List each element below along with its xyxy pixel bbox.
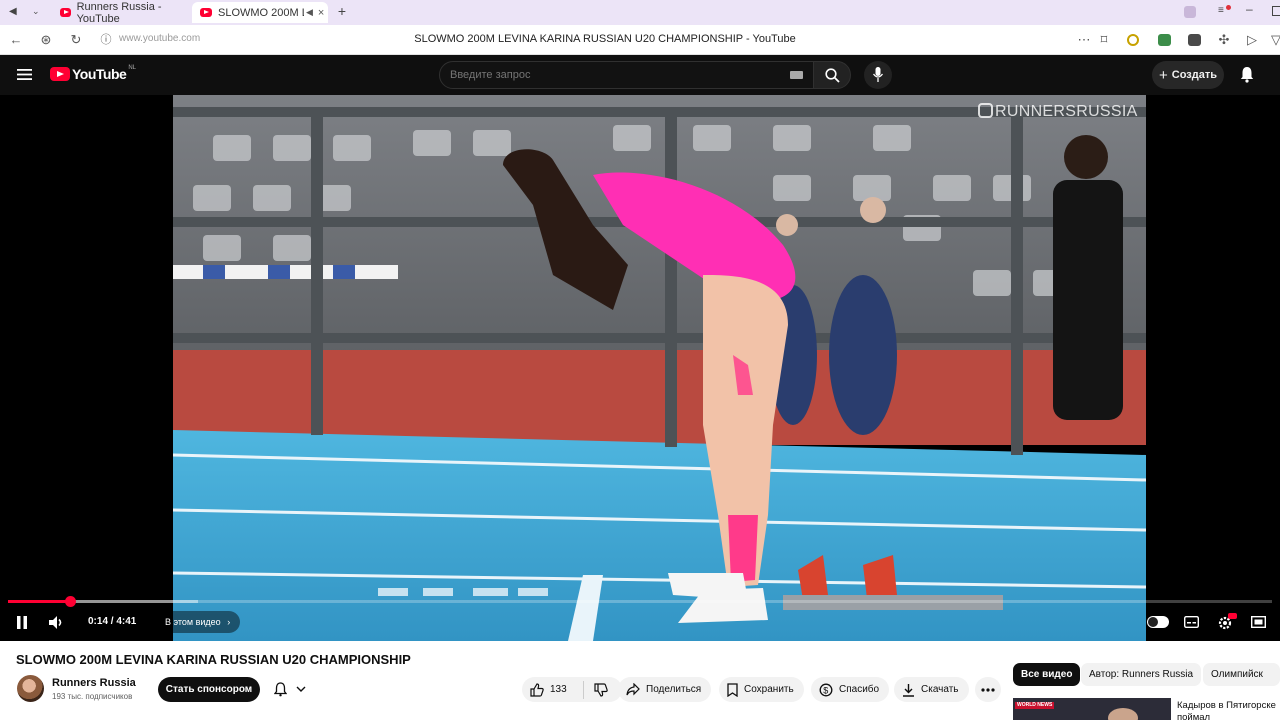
- extension-icon[interactable]: [1158, 34, 1171, 46]
- bookmark-icon[interactable]: ⌑: [1096, 32, 1112, 48]
- thumbnail-face: [1108, 708, 1138, 720]
- pause-icon[interactable]: [16, 616, 28, 629]
- thanks-button[interactable]: $ Спасибо: [811, 677, 890, 702]
- instagram-icon: [978, 103, 993, 118]
- subscriber-count: 193 тыс. подписчиков: [52, 692, 133, 701]
- chevron-down-icon: [296, 686, 306, 692]
- tab-audio-icon[interactable]: ◀: [306, 7, 313, 18]
- chevron-down-icon[interactable]: ⌄: [32, 6, 40, 17]
- chip-by-author[interactable]: Автор: Runners Russia: [1081, 663, 1202, 686]
- subscription-bell-button[interactable]: [266, 677, 316, 702]
- search-icon: [825, 68, 840, 83]
- share-arrow-icon: [626, 683, 640, 696]
- browser-tab-current-video[interactable]: SLOWMO 200M LEV ◀ ×: [192, 2, 328, 23]
- share-label: Поделиться: [646, 684, 702, 695]
- channel-avatar[interactable]: [17, 675, 44, 702]
- hamburger-menu-icon[interactable]: [17, 68, 32, 81]
- bell-icon: [274, 682, 287, 697]
- tab-title: Runners Russia - YouTube: [76, 0, 162, 25]
- video-player[interactable]: RUNNERSRUSSIA 0:14 / 4:41 В этом видео ›: [0, 95, 1280, 641]
- download-button[interactable]: Скачать: [894, 677, 969, 702]
- download-icon: [903, 683, 914, 697]
- create-label: Создать: [1171, 69, 1217, 81]
- save-playlist-icon: [727, 682, 738, 697]
- thumbs-up-icon[interactable]: [530, 682, 544, 697]
- menu-icon[interactable]: ≡: [1218, 5, 1224, 16]
- extension-icon[interactable]: [1184, 6, 1196, 18]
- notification-dot: [1226, 5, 1231, 10]
- autoplay-toggle[interactable]: [1147, 616, 1169, 628]
- extension-icon[interactable]: [1188, 34, 1201, 46]
- chip-all-videos[interactable]: Все видео: [1013, 663, 1081, 686]
- time-display: 0:14 / 4:41: [88, 616, 137, 627]
- like-dislike-group: 133: [522, 677, 622, 702]
- volume-icon[interactable]: [49, 615, 65, 630]
- play-circle-icon[interactable]: ▷: [1244, 32, 1260, 48]
- watermark-text: RUNNERSRUSSIA: [995, 103, 1138, 120]
- page-title: SLOWMO 200M LEVINA KARINA RUSSIAN U20 CH…: [414, 33, 796, 45]
- address-bar: ← ⊛ ↻ ⓘ www.youtube.com SLOWMO 200M LEVI…: [0, 25, 1280, 55]
- notifications-bell-icon[interactable]: [1240, 66, 1254, 83]
- country-code: NL: [128, 65, 136, 71]
- browser-tab-strip: ◀ ⌄ Runners Russia - YouTube SLOWMO 200M…: [0, 0, 1280, 25]
- recommendation-title[interactable]: Кадыров в Пятигорске поймал: [1177, 700, 1280, 724]
- more-icon[interactable]: ⋯: [1076, 32, 1092, 48]
- youtube-favicon-icon: [60, 8, 71, 17]
- share-button[interactable]: Поделиться: [618, 677, 712, 702]
- browser-tab-runners-russia[interactable]: Runners Russia - YouTube: [52, 0, 192, 25]
- minimize-icon[interactable]: –: [1246, 2, 1253, 16]
- theater-mode-icon[interactable]: [1251, 616, 1266, 628]
- speaker-icon[interactable]: ◀: [9, 6, 21, 18]
- chevron-right-icon: ›: [227, 617, 231, 627]
- youtube-logo[interactable]: YouTube NL: [50, 65, 136, 82]
- search-button[interactable]: [813, 61, 851, 89]
- search-input[interactable]: [450, 67, 770, 83]
- youtube-play-logo-icon: [50, 67, 70, 81]
- save-button[interactable]: Сохранить: [719, 677, 804, 702]
- youtube-header: YouTube NL + Создать: [0, 55, 1280, 95]
- keyboard-icon[interactable]: [790, 71, 803, 79]
- news-badge: WORLD NEWS: [1015, 702, 1055, 709]
- video-frame[interactable]: RUNNERSRUSSIA: [173, 95, 1146, 641]
- progress-bar[interactable]: [8, 600, 1272, 603]
- sponsor-button[interactable]: Стать спонсором: [158, 677, 260, 702]
- chapter-label: В этом видео: [165, 617, 221, 627]
- chapter-button[interactable]: В этом видео ›: [155, 611, 241, 633]
- played-bar: [8, 600, 71, 603]
- maximize-icon[interactable]: [1272, 6, 1280, 16]
- super-thanks-icon: $: [819, 683, 833, 696]
- video-still-image: [173, 95, 1146, 641]
- video-title: SLOWMO 200M LEVINA KARINA RUSSIAN U20 CH…: [16, 652, 411, 667]
- tab-title: SLOWMO 200M LEV: [218, 6, 304, 19]
- download-label: Скачать: [921, 684, 959, 695]
- more-actions-button[interactable]: [975, 677, 1001, 702]
- youtube-favicon-icon: [200, 8, 212, 17]
- more-horizontal-icon: [981, 687, 995, 692]
- extension-icon[interactable]: [1127, 34, 1139, 46]
- plus-icon: +: [1158, 66, 1168, 84]
- recommendation-thumbnail[interactable]: WORLD NEWS: [1013, 698, 1171, 720]
- puzzle-icon[interactable]: ✣: [1216, 32, 1232, 48]
- channel-name[interactable]: Runners Russia: [52, 677, 136, 689]
- subtitles-icon[interactable]: [1184, 616, 1199, 628]
- scrubber-handle[interactable]: [65, 596, 77, 607]
- svg-text:$: $: [823, 685, 828, 695]
- new-tab-icon[interactable]: +: [334, 4, 350, 20]
- save-label: Сохранить: [744, 684, 794, 695]
- thanks-label: Спасибо: [839, 684, 880, 695]
- filter-icon[interactable]: ▽: [1268, 32, 1280, 48]
- close-tab-icon[interactable]: ×: [318, 7, 324, 19]
- search-box[interactable]: [439, 61, 814, 89]
- hd-badge: [1228, 613, 1237, 619]
- chip-olympic[interactable]: Олимпийск: [1203, 663, 1280, 686]
- thumbs-down-icon[interactable]: [594, 682, 608, 697]
- watermark: RUNNERSRUSSIA: [978, 103, 1138, 121]
- microphone-icon: [873, 67, 883, 82]
- create-button[interactable]: + Создать: [1152, 61, 1224, 89]
- divider: [582, 680, 584, 699]
- like-count[interactable]: 133: [550, 684, 567, 695]
- voice-search-button[interactable]: [864, 61, 892, 89]
- logo-text: YouTube: [72, 66, 127, 82]
